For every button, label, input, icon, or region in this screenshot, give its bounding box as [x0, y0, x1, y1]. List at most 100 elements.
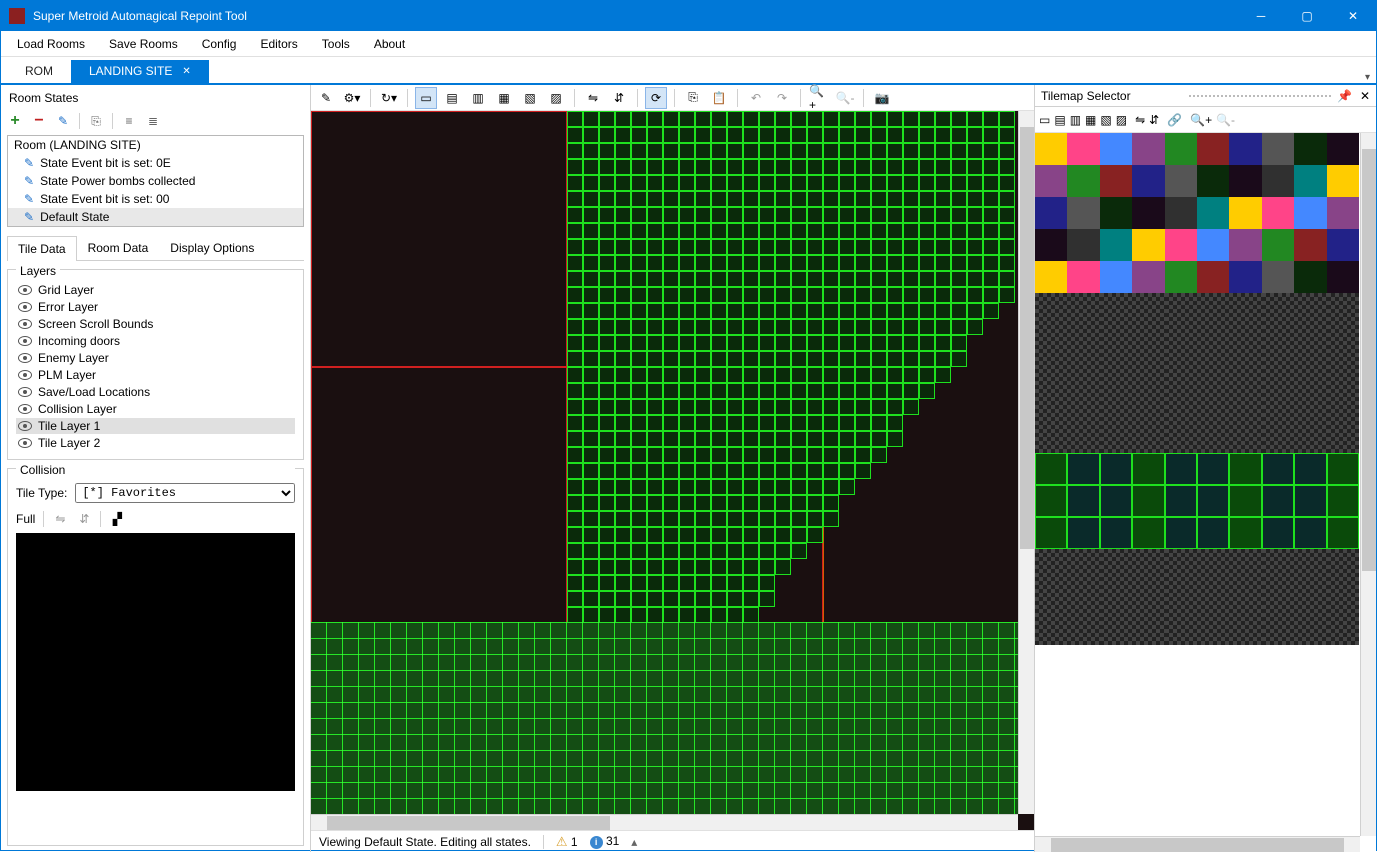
select-all-icon[interactable]: ▦ [493, 87, 515, 109]
app-icon [9, 8, 25, 24]
menu-config[interactable]: Config [190, 33, 249, 55]
layers-fieldset: Layers Grid LayerError LayerScreen Scrol… [7, 269, 304, 460]
flip-h-icon[interactable]: ⇋ [582, 87, 604, 109]
add-state-button[interactable]: + [7, 113, 23, 129]
minimize-button[interactable]: ─ [1238, 1, 1284, 31]
zoom-in-icon[interactable]: 🔍+ [1190, 113, 1212, 127]
panel-close-icon[interactable]: ✕ [1360, 89, 1370, 103]
tiletype-select[interactable]: [*] Favorites [75, 483, 295, 503]
select-row-icon[interactable]: ▤ [441, 87, 463, 109]
camera-icon[interactable]: 📷 [871, 87, 893, 109]
room-states-toolbar: + − ✎ ⎘ ≡ ≣ [7, 111, 304, 131]
eye-icon[interactable] [18, 336, 32, 346]
tab-close-icon[interactable]: ✕ [182, 66, 190, 77]
layer-item[interactable]: Incoming doors [16, 333, 295, 349]
layer-item[interactable]: Tile Layer 2 [16, 435, 295, 451]
eye-icon[interactable] [18, 438, 32, 448]
link-icon[interactable]: 🔗 [1167, 113, 1182, 127]
eye-icon[interactable] [18, 421, 32, 431]
undo-icon[interactable]: ↶ [745, 87, 767, 109]
eye-icon[interactable] [18, 370, 32, 380]
panel-title-bar: Tilemap Selector 📌 ✕ [1035, 85, 1376, 107]
refresh-icon[interactable]: ⟳ [645, 87, 667, 109]
paste-icon[interactable]: 📋 [708, 87, 730, 109]
layer-item[interactable]: Screen Scroll Bounds [16, 316, 295, 332]
brush-tool-icon[interactable]: ✎ [315, 87, 337, 109]
settings-dropdown-icon[interactable]: ⚙▾ [341, 87, 363, 109]
editor-canvas[interactable] [311, 111, 1034, 830]
layer-item[interactable]: Collision Layer [16, 401, 295, 417]
select-wand-icon[interactable]: ▨ [1116, 113, 1127, 127]
subtab-display-options[interactable]: Display Options [159, 235, 265, 260]
pin-icon[interactable]: 📌 [1337, 89, 1352, 103]
layer-item[interactable]: Error Layer [16, 299, 295, 315]
tab-rom[interactable]: ROM [7, 60, 71, 83]
menu-save-rooms[interactable]: Save Rooms [97, 33, 190, 55]
select-rect-icon[interactable]: ▭ [415, 87, 437, 109]
editor-toolbar: ✎ ⚙▾ ↻▾ ▭ ▤ ▥ ▦ ▧ ▨ ⇋ ⇵ ⟳ ⎘ 📋 ↶ ↷ 🔍+ 🔍- [311, 85, 1034, 111]
copy-state-button[interactable]: ⎘ [88, 113, 104, 129]
subtab-room-data[interactable]: Room Data [77, 235, 160, 260]
subtab-tile-data[interactable]: Tile Data [7, 236, 77, 261]
tab-overflow-button[interactable]: ▾ [1365, 72, 1370, 83]
layer-item[interactable]: Tile Layer 1 [16, 418, 295, 434]
layer-item[interactable]: PLM Layer [16, 367, 295, 383]
select-region-icon[interactable]: ▧ [1100, 113, 1111, 127]
redo-icon[interactable]: ↷ [771, 87, 793, 109]
status-expand-icon[interactable]: ▴ [631, 835, 637, 849]
layer-label: PLM Layer [38, 368, 96, 382]
horizontal-scrollbar[interactable] [311, 814, 1018, 830]
flip-v-icon[interactable]: ⇵ [608, 87, 630, 109]
info-indicator[interactable]: i 31 [590, 834, 620, 849]
select-col-icon[interactable]: ▥ [1070, 113, 1081, 127]
zoom-in-icon[interactable]: 🔍+ [808, 87, 830, 109]
collision-tool-icon[interactable]: ▞ [109, 511, 125, 527]
select-row-icon[interactable]: ▤ [1054, 113, 1065, 127]
copy-icon[interactable]: ⎘ [682, 87, 704, 109]
layer-item[interactable]: Save/Load Locations [16, 384, 295, 400]
flip-h-icon[interactable]: ⇋ [1135, 113, 1145, 127]
remove-state-button[interactable]: − [31, 113, 47, 129]
menu-tools[interactable]: Tools [310, 33, 362, 55]
vertical-scrollbar[interactable] [1360, 133, 1376, 836]
list1-button[interactable]: ≡ [121, 113, 137, 129]
flip-v-icon[interactable]: ⇵ [76, 511, 92, 527]
full-toggle[interactable]: Full [16, 512, 35, 526]
tilemap-canvas[interactable] [1035, 133, 1376, 852]
zoom-out-icon[interactable]: 🔍- [1216, 113, 1235, 127]
eye-icon[interactable] [18, 353, 32, 363]
flip-v-icon[interactable]: ⇵ [1149, 113, 1159, 127]
layer-label: Tile Layer 1 [38, 419, 100, 433]
select-region-icon[interactable]: ▧ [519, 87, 541, 109]
layer-item[interactable]: Enemy Layer [16, 350, 295, 366]
warning-indicator[interactable]: ⚠ 1 [556, 834, 578, 850]
layer-label: Save/Load Locations [38, 385, 150, 399]
vertical-scrollbar[interactable] [1018, 111, 1034, 814]
select-col-icon[interactable]: ▥ [467, 87, 489, 109]
tab-landing-site[interactable]: LANDING SITE ✕ [71, 60, 209, 83]
zoom-out-icon[interactable]: 🔍- [834, 87, 856, 109]
maximize-button[interactable]: ▢ [1284, 1, 1330, 31]
horizontal-scrollbar[interactable] [1035, 836, 1360, 852]
menu-load-rooms[interactable]: Load Rooms [5, 33, 97, 55]
menu-editors[interactable]: Editors [248, 33, 309, 55]
collision-fieldset: Collision Tile Type: [*] Favorites Full … [7, 468, 304, 846]
room-states-list[interactable]: Room (LANDING SITE) ✎State Event bit is … [7, 135, 304, 227]
eye-icon[interactable] [18, 404, 32, 414]
eye-icon[interactable] [18, 285, 32, 295]
edit-state-button[interactable]: ✎ [55, 113, 71, 129]
eye-icon[interactable] [18, 302, 32, 312]
select-wand-icon[interactable]: ▨ [545, 87, 567, 109]
select-all-icon[interactable]: ▦ [1085, 113, 1096, 127]
rotate-dropdown-icon[interactable]: ↻▾ [378, 87, 400, 109]
flip-h-icon[interactable]: ⇋ [52, 511, 68, 527]
menu-about[interactable]: About [362, 33, 417, 55]
collision-label: Collision [16, 463, 295, 477]
eye-icon[interactable] [18, 319, 32, 329]
layer-item[interactable]: Grid Layer [16, 282, 295, 298]
list2-button[interactable]: ≣ [145, 113, 161, 129]
eye-icon[interactable] [18, 387, 32, 397]
close-button[interactable]: ✕ [1330, 1, 1376, 31]
left-subtabs: Tile Data Room Data Display Options [7, 235, 304, 261]
select-rect-icon[interactable]: ▭ [1039, 113, 1050, 127]
